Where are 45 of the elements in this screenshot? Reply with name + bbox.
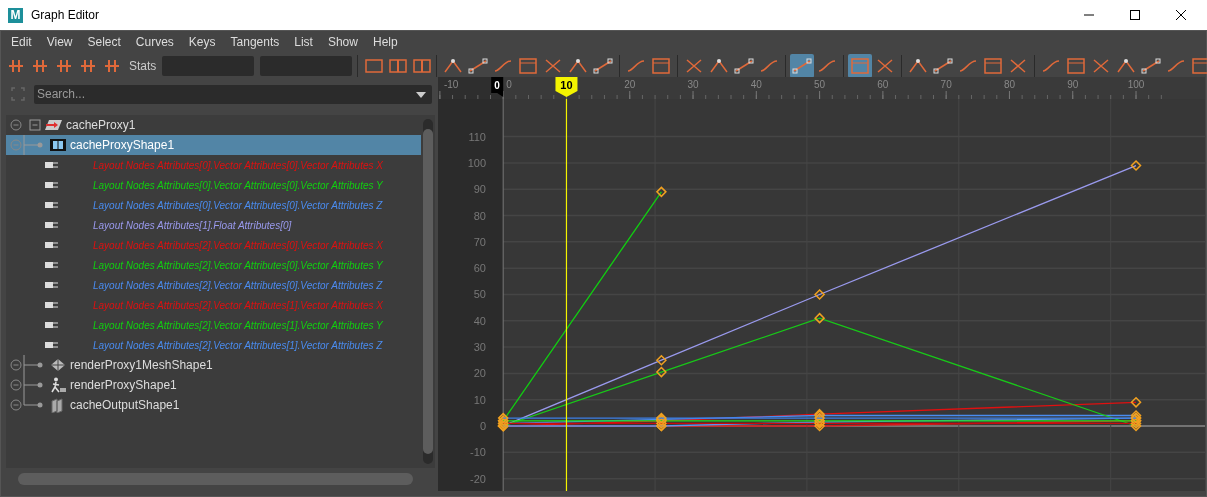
value-label: 0 [479, 420, 486, 432]
frame-number: 70 [940, 79, 952, 90]
frame-number: 40 [750, 79, 762, 90]
value-label: 90 [473, 183, 486, 196]
value-label: 50 [473, 288, 486, 301]
frame-number: 80 [1003, 79, 1015, 90]
frame-number: 60 [877, 79, 889, 90]
start-frame-number: 0 [494, 80, 500, 91]
frame-number: 20 [624, 79, 636, 90]
node-label: cacheOutputShape1 [70, 398, 180, 412]
window-title: Graph Editor [31, 8, 100, 22]
frame-number: 90 [1067, 79, 1079, 90]
value-label: 60 [473, 262, 486, 275]
attribute-label: Layout Nodes Attributes[1].Float Attributes[0] [93, 219, 292, 231]
value-label: 40 [473, 314, 486, 327]
frame-number: -10 [443, 79, 459, 90]
frame-number: 0 [506, 79, 512, 90]
frame-number: 30 [687, 79, 699, 90]
value-label: -10 [470, 446, 486, 459]
frame-number: 50 [814, 79, 826, 90]
value-label: -20 [470, 472, 486, 485]
value-label: 70 [473, 235, 486, 248]
attribute-label: Layout Nodes Attributes[2].Vector Attributes[1].Vector Attributes Z [93, 339, 383, 351]
attribute-label: Layout Nodes Attributes[0].Vector Attributes[0].Vector Attributes Z [93, 199, 383, 211]
value-label: 10 [473, 393, 486, 406]
frame-number: 100 [1127, 79, 1145, 90]
current-frame-number: 10 [560, 79, 573, 91]
stats-label: Stats [129, 59, 157, 73]
value-label: 110 [468, 130, 486, 143]
node-label: cacheProxy1 [66, 118, 136, 132]
value-label: 20 [473, 367, 486, 380]
value-label: 30 [473, 341, 486, 354]
value-label: 100 [467, 156, 486, 169]
attribute-label: Layout Nodes Attributes[0].Vector Attributes[0].Vector Attributes Y [93, 179, 383, 191]
attribute-label: Layout Nodes Attributes[0].Vector Attributes[0].Vector Attributes X [93, 159, 383, 171]
attribute-label: Layout Nodes Attributes[2].Vector Attributes[0].Vector Attributes Y [93, 259, 383, 271]
node-label: cacheProxyShape1 [70, 138, 175, 152]
value-label: 80 [473, 209, 486, 222]
attribute-label: Layout Nodes Attributes[2].Vector Attributes[1].Vector Attributes X [93, 299, 383, 311]
attribute-label: Layout Nodes Attributes[2].Vector Attributes[1].Vector Attributes Y [93, 319, 383, 331]
attribute-label: Layout Nodes Attributes[2].Vector Attributes[0].Vector Attributes Z [93, 279, 383, 291]
app-logo: M [8, 7, 23, 23]
attribute-label: Layout Nodes Attributes[2].Vector Attributes[0].Vector Attributes X [93, 239, 383, 251]
node-label: renderProxy1MeshShape1 [70, 358, 213, 372]
node-label: renderProxyShape1 [70, 378, 177, 392]
